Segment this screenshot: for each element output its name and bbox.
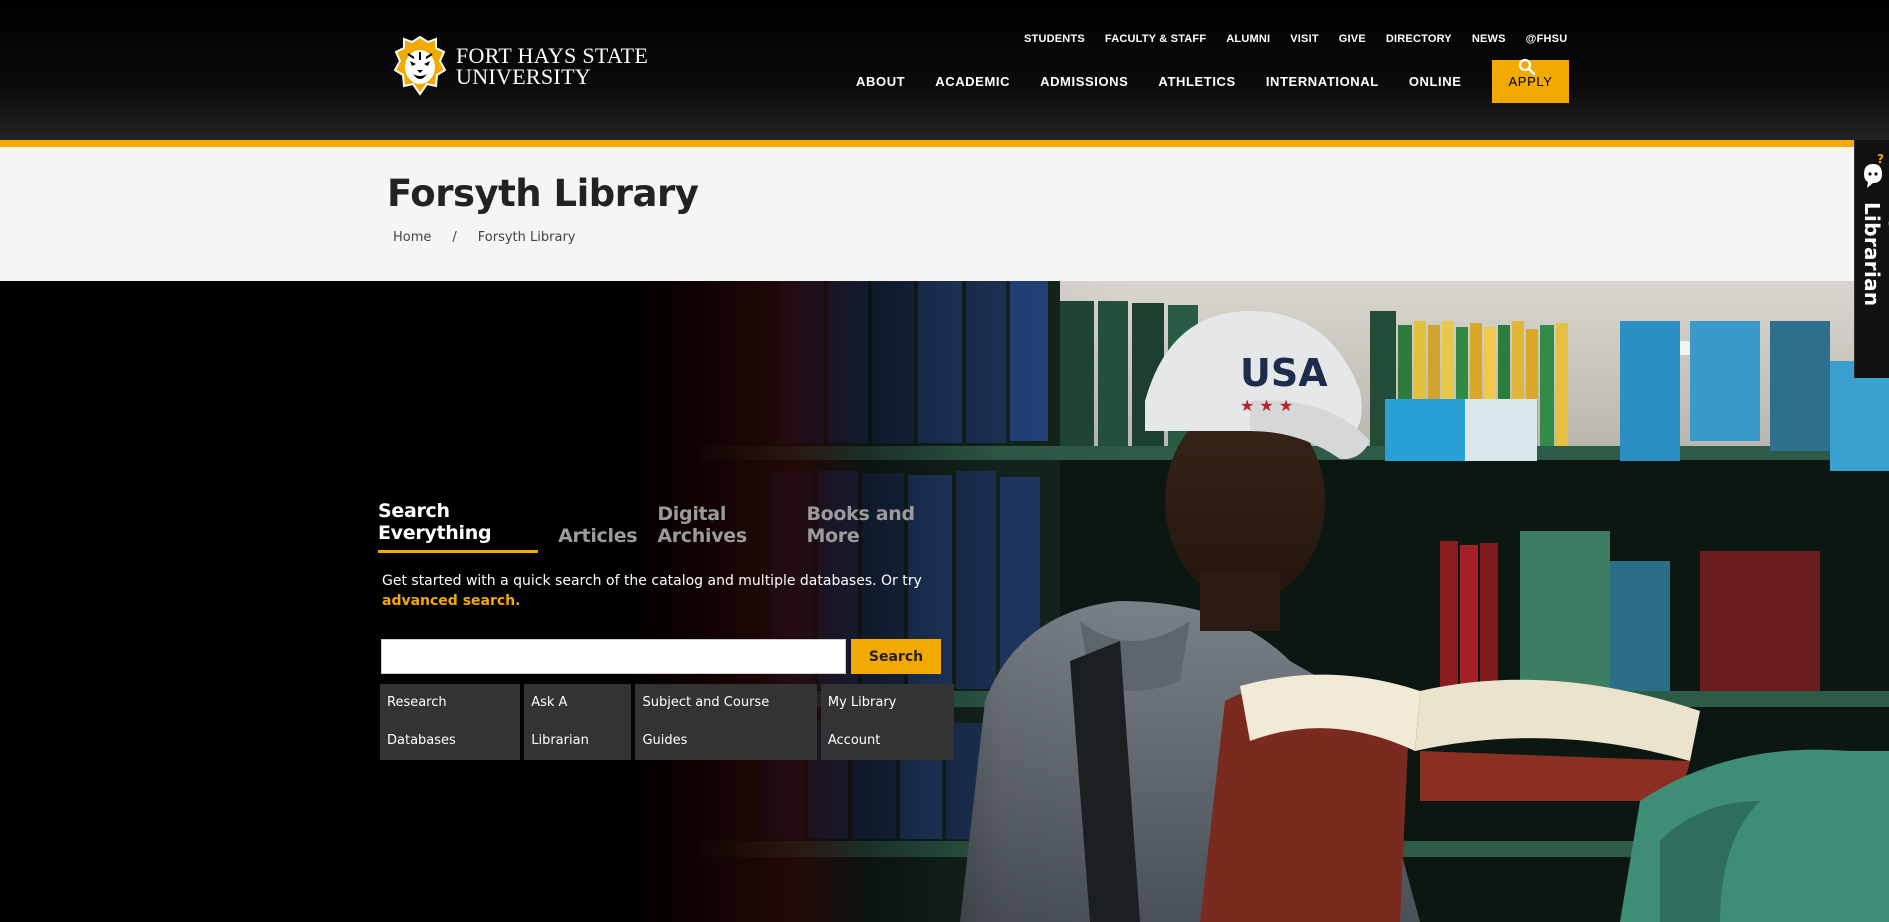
utility-link-news[interactable]: NEWS bbox=[1472, 33, 1506, 45]
main-nav: ABOUT ACADEMIC ADMISSIONS ATHLETICS INTE… bbox=[856, 60, 1570, 103]
search-form: Search bbox=[381, 639, 958, 674]
advanced-search-link[interactable]: advanced search. bbox=[382, 593, 520, 609]
university-logo[interactable]: FORT HAYS STATE UNIVERSITY bbox=[390, 34, 648, 98]
page-title-band bbox=[0, 147, 1889, 281]
nav-athletics[interactable]: ATHLETICS bbox=[1158, 60, 1235, 103]
tab-digital-archives[interactable]: Digital Archives bbox=[657, 503, 786, 553]
search-panel: Search Everything Articles Digital Archi… bbox=[378, 500, 958, 760]
search-intro: Get started with a quick search of the c… bbox=[382, 571, 942, 611]
tiger-logo-icon bbox=[393, 35, 447, 96]
breadcrumb-current: Forsyth Library bbox=[477, 230, 576, 245]
search-intro-text: Get started with a quick search of the c… bbox=[382, 573, 922, 589]
utility-link-faculty-staff[interactable]: FACULTY & STAFF bbox=[1105, 33, 1206, 45]
breadcrumb: Home / Forsyth Library bbox=[393, 230, 575, 245]
tab-books-and-more[interactable]: Books and More bbox=[806, 503, 938, 553]
utility-link-fhsu-social[interactable]: @FHSU bbox=[1526, 33, 1568, 45]
page-title: Forsyth Library bbox=[387, 172, 699, 215]
utility-link-students[interactable]: STUDENTS bbox=[1024, 33, 1085, 45]
search-tabs: Search Everything Articles Digital Archi… bbox=[378, 500, 958, 553]
nav-admissions[interactable]: ADMISSIONS bbox=[1040, 60, 1128, 103]
ask-a-librarian-tab[interactable]: ? Ask A Librarian bbox=[1854, 140, 1889, 378]
search-button[interactable]: Search bbox=[851, 639, 941, 674]
nav-international[interactable]: INTERNATIONAL bbox=[1266, 60, 1379, 103]
tab-search-everything[interactable]: Search Everything bbox=[378, 500, 539, 553]
utility-nav: STUDENTS FACULTY & STAFF ALUMNI VISIT GI… bbox=[1024, 33, 1587, 45]
quick-link-ask-a-librarian[interactable]: Ask A Librarian bbox=[524, 684, 632, 760]
nav-about[interactable]: ABOUT bbox=[856, 60, 905, 103]
logo-line-1: FORT HAYS STATE bbox=[456, 43, 649, 68]
nav-academic[interactable]: ACADEMIC bbox=[935, 60, 1010, 103]
ask-a-librarian-label: Ask A Librarian bbox=[1860, 202, 1889, 307]
quick-link-research-databases[interactable]: Research Databases bbox=[380, 684, 521, 760]
quick-link-subject-course-guides[interactable]: Subject and Course Guides bbox=[635, 684, 817, 760]
svg-text:?: ? bbox=[1877, 152, 1884, 166]
logo-line-2: UNIVERSITY bbox=[456, 64, 591, 89]
utility-link-alumni[interactable]: ALUMNI bbox=[1226, 33, 1270, 45]
utility-link-visit[interactable]: VISIT bbox=[1290, 33, 1319, 45]
nav-online[interactable]: ONLINE bbox=[1409, 60, 1462, 103]
hero-section: USA ★ ★ ★ Search Everything Articles Dig… bbox=[0, 281, 1889, 922]
header-accent-stripe bbox=[0, 140, 1889, 147]
utility-link-directory[interactable]: DIRECTORY bbox=[1386, 33, 1452, 45]
breadcrumb-separator: / bbox=[452, 230, 457, 245]
chat-question-icon: ? bbox=[1864, 152, 1884, 188]
search-icon[interactable] bbox=[1518, 58, 1536, 76]
quick-link-my-library-account[interactable]: My Library Account bbox=[820, 684, 954, 760]
site-header: FORT HAYS STATE UNIVERSITY STUDENTS FACU… bbox=[0, 0, 1889, 140]
search-input[interactable] bbox=[381, 639, 846, 674]
quick-links: Research Databases Ask A Librarian Subje… bbox=[380, 684, 958, 760]
utility-link-give[interactable]: GIVE bbox=[1339, 33, 1366, 45]
tab-articles[interactable]: Articles bbox=[558, 525, 638, 553]
breadcrumb-home[interactable]: Home bbox=[393, 230, 431, 245]
